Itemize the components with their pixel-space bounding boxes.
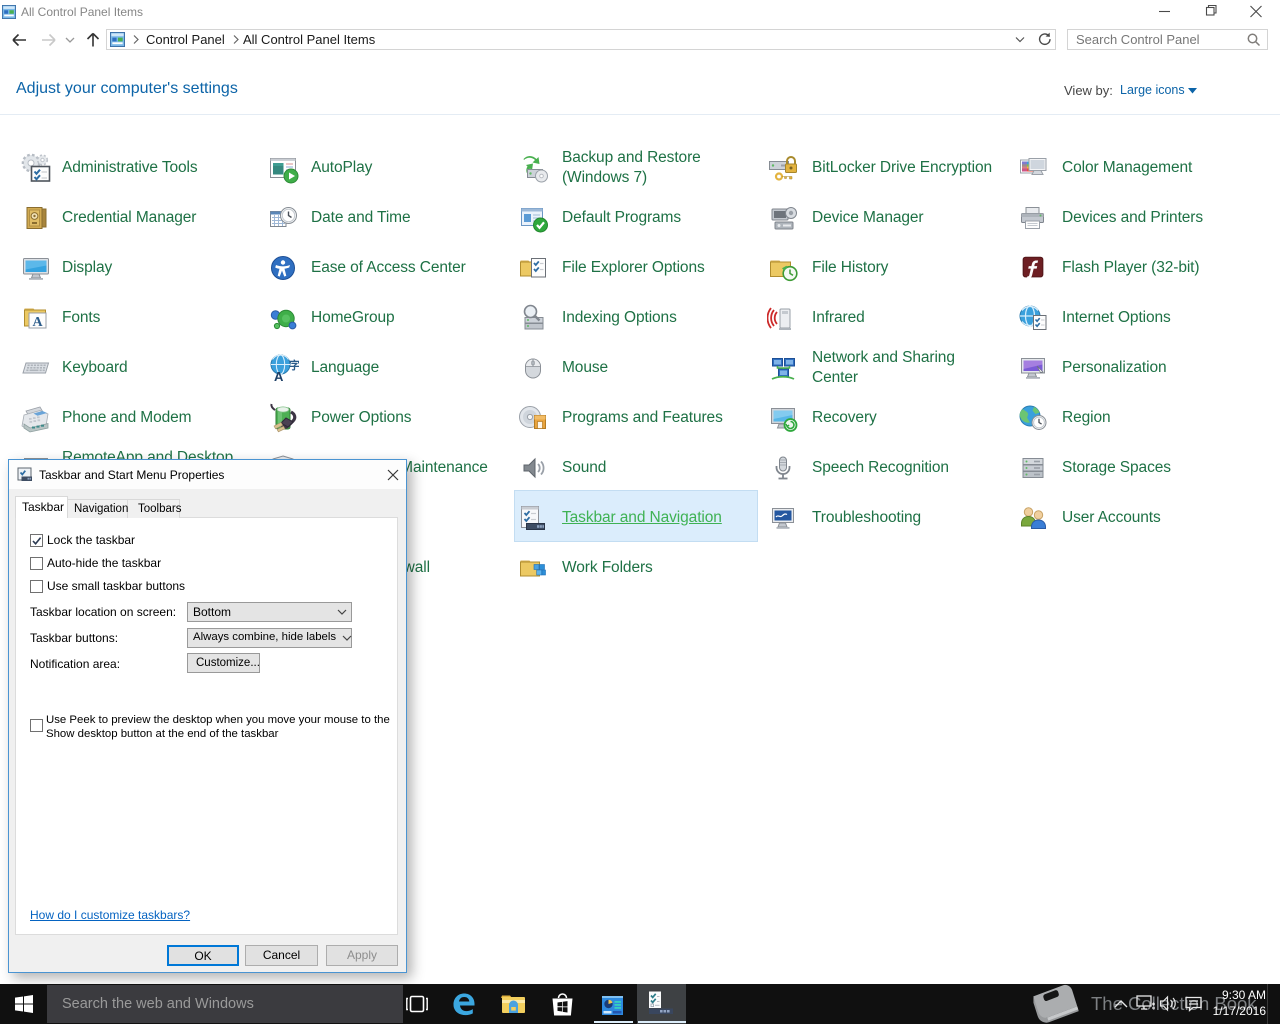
svg-text:A: A <box>32 315 43 330</box>
svg-text:字: 字 <box>289 358 299 372</box>
svg-text:A: A <box>274 369 284 384</box>
